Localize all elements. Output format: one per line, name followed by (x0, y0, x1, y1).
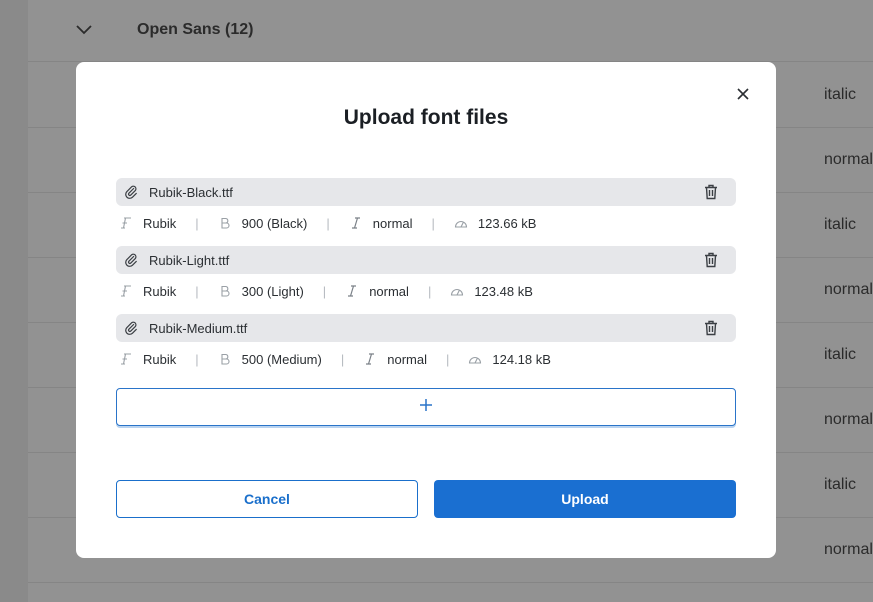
meta-separator: | (195, 283, 199, 299)
font-family-icon (119, 352, 133, 366)
font-family-value: Rubik (143, 283, 177, 299)
paperclip-icon (123, 320, 139, 336)
trash-icon[interactable] (704, 252, 720, 268)
paperclip-icon (123, 252, 139, 268)
file-bar: Rubik-Medium.ttf (116, 314, 736, 342)
font-group-title: Open Sans (12) (137, 21, 254, 38)
meta-separator: | (322, 283, 327, 299)
meta-separator: | (195, 215, 199, 231)
file-item: Rubik-Medium.ttf Rubik | 500 (Medium) | … (116, 314, 736, 376)
font-family-value: Rubik (143, 351, 177, 367)
font-style-value: normal (369, 283, 409, 299)
font-style-value: italic (824, 86, 857, 103)
cancel-button[interactable]: Cancel (116, 480, 418, 518)
trash-icon[interactable] (704, 184, 720, 200)
background-sidebar (0, 0, 28, 602)
file-size-value: 123.66 kB (477, 215, 537, 231)
file-meta: Rubik | 900 (Black) | normal | 123.66 kB (116, 206, 736, 240)
dialog-title: Upload font files (343, 106, 509, 129)
trash-icon[interactable] (704, 320, 720, 336)
add-file-button[interactable] (116, 388, 736, 426)
font-style-value: normal (824, 411, 873, 428)
file-bar: Rubik-Light.ttf (116, 246, 736, 274)
font-weight-value: 300 (Light) (241, 283, 304, 299)
italic-icon (363, 352, 377, 366)
meta-separator: | (431, 215, 435, 231)
file-item: Rubik-Light.ttf Rubik | 300 (Light) | no… (116, 246, 736, 308)
font-style-value: normal (372, 215, 413, 231)
gauge-icon (468, 352, 482, 366)
file-meta: Rubik | 500 (Medium) | normal | 124.18 k… (116, 342, 736, 376)
font-weight-value: 900 (Black) (241, 215, 308, 231)
chevron-down-icon[interactable] (76, 22, 92, 38)
file-bar: Rubik-Black.ttf (116, 178, 736, 206)
meta-separator: | (340, 351, 345, 367)
gauge-icon (454, 216, 468, 230)
meta-separator: | (427, 283, 432, 299)
font-style-value: normal (387, 351, 427, 367)
upload-dialog: Upload font files Rubik-Black.ttf Rubik … (76, 62, 776, 558)
font-style-value: normal (824, 281, 873, 298)
file-name: Rubik-Black.ttf (149, 184, 233, 200)
meta-separator: | (326, 215, 330, 231)
italic-icon (345, 284, 359, 298)
font-family-icon (119, 284, 133, 298)
font-style-value: normal (824, 541, 873, 558)
gauge-icon (450, 284, 464, 298)
file-name: Rubik-Medium.ttf (149, 320, 248, 336)
font-family-value: Rubik (143, 215, 177, 231)
bold-icon (218, 216, 232, 230)
bold-icon (218, 284, 232, 298)
font-style-value: italic (824, 216, 857, 233)
font-weight-value: 500 (Medium) (241, 351, 322, 367)
file-meta: Rubik | 300 (Light) | normal | 123.48 kB (116, 274, 736, 308)
file-name: Rubik-Light.ttf (149, 252, 230, 268)
meta-separator: | (445, 351, 450, 367)
plus-icon (419, 398, 433, 417)
font-style-value: italic (824, 476, 857, 493)
file-size-value: 123.48 kB (474, 283, 533, 299)
file-size-value: 124.18 kB (492, 351, 551, 367)
paperclip-icon (123, 184, 139, 200)
meta-separator: | (195, 351, 199, 367)
font-family-icon (119, 216, 133, 230)
font-style-value: normal (824, 151, 873, 168)
file-item: Rubik-Black.ttf Rubik | 900 (Black) | no… (116, 178, 736, 240)
font-style-value: italic (824, 346, 857, 363)
close-icon[interactable] (733, 84, 753, 104)
italic-icon (349, 216, 363, 230)
upload-button[interactable]: Upload (434, 480, 736, 518)
bold-icon (218, 352, 232, 366)
